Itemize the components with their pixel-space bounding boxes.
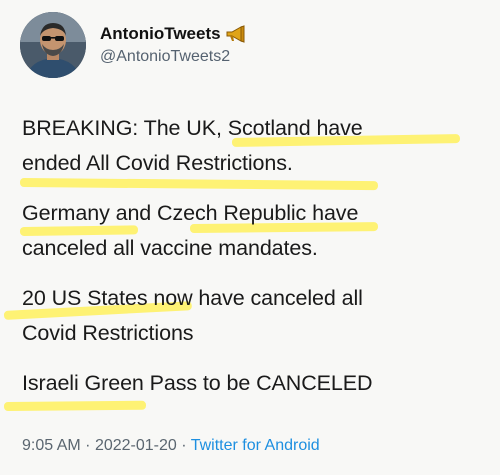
tweet-line: Covid Restrictions xyxy=(22,321,194,345)
tweet-line: Israeli Green Pass to be CANCELED xyxy=(22,371,373,395)
profile-photo xyxy=(20,12,86,78)
tweet-line: ended All Covid Restrictions. xyxy=(22,151,293,175)
highlight-stroke xyxy=(3,400,147,411)
display-name[interactable]: AntonioTweets xyxy=(100,24,221,44)
tweet-header: AntonioTweets @AntonioTweets2 xyxy=(20,12,247,78)
user-handle[interactable]: @AntonioTweets2 xyxy=(100,48,247,66)
tweet-line: 20 US States now have canceled all xyxy=(22,286,363,310)
meta-separator: · xyxy=(85,437,91,454)
megaphone-icon xyxy=(225,25,247,43)
meta-separator: · xyxy=(181,437,187,454)
highlight-stroke xyxy=(19,178,379,191)
tweet-line: Germany and Czech Republic have xyxy=(22,201,359,225)
avatar[interactable] xyxy=(20,12,86,78)
tweet-card: AntonioTweets @AntonioTweets2 BREAKING: … xyxy=(0,0,500,475)
tweet-line: canceled all vaccine mandates. xyxy=(22,236,318,260)
tweet-source-link[interactable]: Twitter for Android xyxy=(191,437,320,454)
author-names: AntonioTweets @AntonioTweets2 xyxy=(100,24,247,66)
tweet-line: BREAKING: The UK, Scotland have xyxy=(22,116,363,140)
display-name-row: AntonioTweets xyxy=(100,24,247,44)
tweet-meta: 9:05 AM · 2022-01-20 · Twitter for Andro… xyxy=(22,437,320,455)
tweet-date[interactable]: 2022-01-20 xyxy=(95,437,177,454)
tweet-time[interactable]: 9:05 AM xyxy=(22,437,81,454)
